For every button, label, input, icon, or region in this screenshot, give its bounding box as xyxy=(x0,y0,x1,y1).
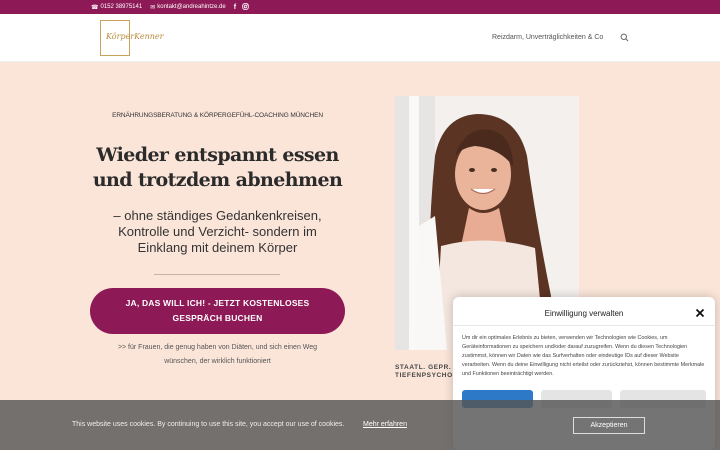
subline-line-3: Einklang mit deinem Körper xyxy=(137,240,298,255)
hero-subline: – ohne ständiges Gedankenkreisen, Kontro… xyxy=(80,208,355,256)
cookie-bar: This website uses cookies. By continuing… xyxy=(0,400,720,450)
consent-divider xyxy=(453,325,715,326)
book-call-button[interactable]: JA, DAS WILL ICH! - JETZT KOSTENLOSES GE… xyxy=(90,288,345,334)
logo-text: KörperKenner xyxy=(106,32,164,41)
phone-contact[interactable]: ☎ 0152 38975141 xyxy=(91,4,142,11)
phone-number: 0152 38975141 xyxy=(100,4,143,10)
hero-divider xyxy=(154,274,280,275)
headline-line-1: Wieder entspannt essen xyxy=(96,144,339,166)
search-icon[interactable] xyxy=(620,33,629,42)
email-contact[interactable]: ✉ kontakt@andreahintze.de xyxy=(150,4,226,11)
instagram-icon[interactable] xyxy=(242,2,249,12)
hero-note: >> für Frauen, die genug haben von Diäte… xyxy=(90,341,345,369)
consent-title: Einwilligung verwalten xyxy=(544,309,624,318)
book-call-label: JA, DAS WILL ICH! - JETZT KOSTENLOSES GE… xyxy=(125,298,310,323)
note-line-2: wünschen, der wirklich funktioniert xyxy=(164,358,271,365)
subline-line-2: Kontrolle und Verzicht- sondern im xyxy=(118,224,317,239)
close-icon[interactable] xyxy=(695,308,705,318)
nav-item-reizdarm[interactable]: Reizdarm, Unverträglichkeiten & Co xyxy=(492,34,603,41)
phone-icon: ☎ xyxy=(91,4,99,11)
profile-caption: STAATL. GEPR. TIEFENPSYCHO xyxy=(395,364,453,380)
hero-kicker: ERNÄHRUNGSBERATUNG & KÖRPERGEFÜHL-COACHI… xyxy=(112,112,323,119)
subline-line-1: – ohne ständiges Gedankenkreisen, xyxy=(113,208,322,223)
caption-line-1: STAATL. GEPR. xyxy=(395,364,452,371)
email-address: kontakt@andreahintze.de xyxy=(157,4,226,10)
cookie-accept-button[interactable]: Akzeptieren xyxy=(573,417,645,434)
caption-line-2: TIEFENPSYCHO xyxy=(395,372,453,379)
facebook-icon[interactable]: f xyxy=(234,4,236,11)
learn-more-link[interactable]: Mehr erfahren xyxy=(363,421,407,428)
note-line-1: >> für Frauen, die genug haben von Diäte… xyxy=(117,344,318,351)
hero-headline: Wieder entspannt essen und trotzdem abne… xyxy=(80,143,355,193)
cookie-message: This website uses cookies. By continuing… xyxy=(72,421,345,428)
top-bar: ☎ 0152 38975141 ✉ kontakt@andreahintze.d… xyxy=(0,0,720,14)
envelope-icon: ✉ xyxy=(150,4,156,11)
headline-line-2: und trotzdem abnehmen xyxy=(92,169,343,191)
site-header: KörperKenner Reizdarm, Unverträglichkeit… xyxy=(0,14,720,62)
site-logo[interactable]: KörperKenner xyxy=(100,20,163,56)
consent-text: Um dir ein optimales Erlebnis zu bieten,… xyxy=(462,335,705,377)
